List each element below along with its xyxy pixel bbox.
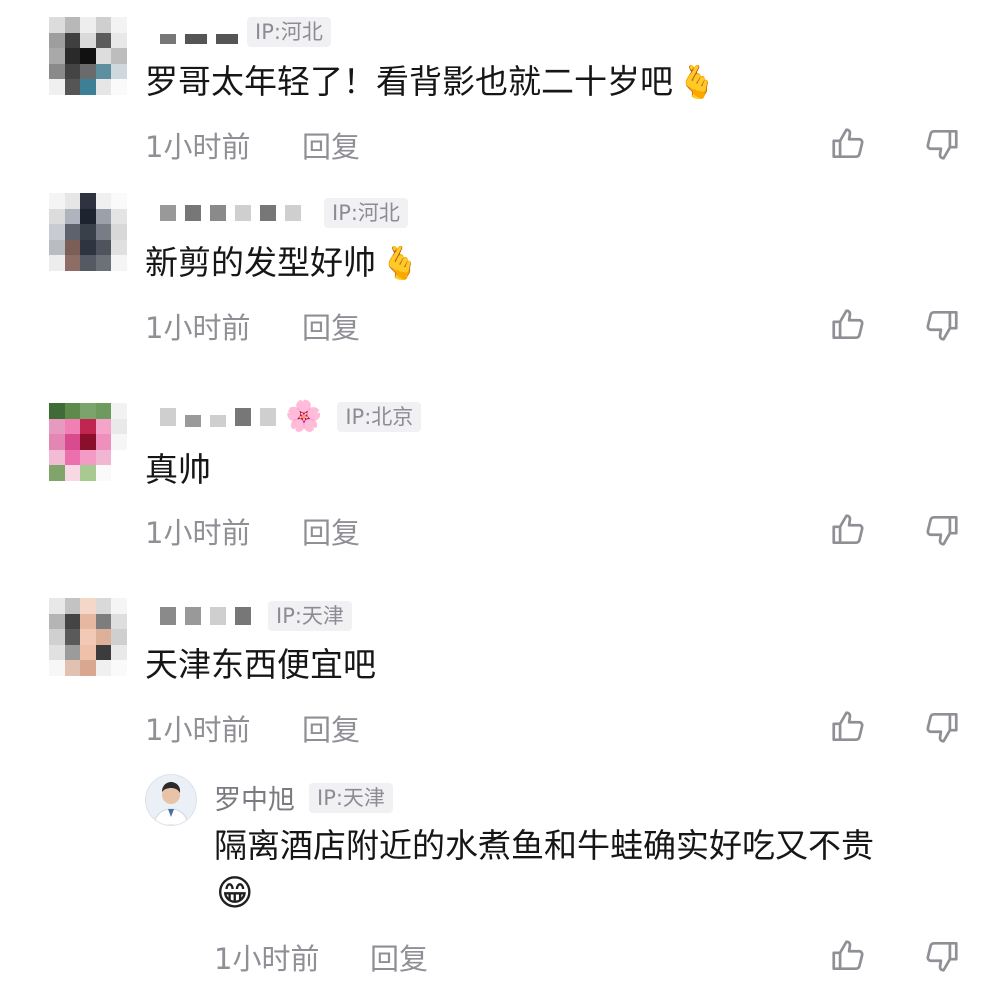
timestamp: 1小时前 bbox=[214, 942, 320, 976]
avatar[interactable] bbox=[49, 17, 127, 95]
comment-text: 新剪的发型好帅 bbox=[145, 243, 376, 282]
blurred-name-pixel bbox=[285, 205, 301, 221]
thumbs-down-icon[interactable] bbox=[923, 708, 961, 746]
blurred-name-pixel bbox=[235, 408, 251, 426]
timestamp: 1小时前 bbox=[145, 516, 251, 550]
thumbs-up-icon[interactable] bbox=[829, 511, 867, 549]
avatar[interactable] bbox=[49, 598, 127, 676]
thumbs-down-icon[interactable] bbox=[923, 511, 961, 549]
reply-button[interactable]: 回复 bbox=[370, 936, 428, 978]
blurred-name-pixel bbox=[210, 415, 226, 427]
timestamp: 1小时前 bbox=[145, 130, 251, 164]
avatar[interactable] bbox=[49, 403, 127, 481]
ip-location-badge: IP:河北 bbox=[324, 198, 408, 228]
timestamp: 1小时前 bbox=[145, 713, 251, 747]
blurred-name-pixel bbox=[216, 34, 238, 44]
finger-heart-emoji: 🫰 bbox=[380, 244, 420, 282]
blurred-name-pixel bbox=[160, 607, 176, 625]
reply-text: 隔离酒店附近的水煮鱼和牛蛙确实好吃又不贵 bbox=[214, 826, 874, 865]
sub-reply-item: 罗中旭 IP:天津 隔离酒店附近的水煮鱼和牛蛙确实好吃又不贵 😁 1小时前 回复 bbox=[0, 760, 1002, 983]
blurred-name-pixel bbox=[185, 415, 201, 427]
avatar[interactable] bbox=[49, 193, 127, 271]
blurred-name-pixel bbox=[235, 205, 251, 221]
blurred-name-pixel bbox=[210, 607, 226, 625]
reply-button[interactable]: 回复 bbox=[302, 510, 360, 552]
comment-text: 真帅 bbox=[145, 450, 211, 489]
grinning-emoji: 😁 bbox=[216, 873, 254, 914]
reply-button[interactable]: 回复 bbox=[302, 124, 360, 166]
comment-item: IP:河北 罗哥太年轻了！看背影也就二十岁吧 🫰 1小时前 回复 bbox=[0, 0, 1002, 180]
comment-content: 罗哥太年轻了！看背影也就二十岁吧 🫰 bbox=[145, 62, 717, 102]
ip-location-badge: IP:天津 bbox=[268, 601, 352, 631]
blurred-name-pixel bbox=[210, 205, 226, 221]
blurred-name-pixel bbox=[185, 607, 201, 625]
comment-text: 罗哥太年轻了！看背影也就二十岁吧 bbox=[145, 62, 673, 101]
blurred-name-pixel bbox=[185, 205, 201, 221]
finger-heart-emoji: 🫰 bbox=[677, 63, 717, 101]
comment-item: IP:河北 新剪的发型好帅 🫰 1小时前 回复 bbox=[0, 180, 1002, 380]
thumbs-down-icon[interactable] bbox=[923, 937, 961, 975]
reply-button[interactable]: 回复 bbox=[302, 305, 360, 347]
timestamp: 1小时前 bbox=[145, 311, 251, 345]
username-blurred[interactable]: 🌸 IP:北京 bbox=[160, 399, 422, 434]
thumbs-down-icon[interactable] bbox=[923, 125, 961, 163]
ip-location-badge: IP:天津 bbox=[309, 782, 393, 813]
person-portrait-icon bbox=[153, 782, 189, 825]
reply-button[interactable]: 回复 bbox=[302, 707, 360, 749]
blurred-name-pixel bbox=[160, 205, 176, 221]
username-blurred[interactable]: IP:河北 bbox=[160, 198, 408, 228]
blurred-name-pixel bbox=[160, 34, 176, 44]
blurred-name-pixel bbox=[185, 34, 207, 44]
thumbs-down-icon[interactable] bbox=[923, 306, 961, 344]
thumbs-up-icon[interactable] bbox=[829, 708, 867, 746]
thumbs-up-icon[interactable] bbox=[829, 937, 867, 975]
author-name[interactable]: 罗中旭 bbox=[214, 778, 295, 817]
username-blurred[interactable]: IP:天津 bbox=[160, 601, 352, 631]
comment-text: 天津东西便宜吧 bbox=[145, 645, 376, 684]
blurred-name-pixel bbox=[235, 607, 251, 625]
thumbs-up-icon[interactable] bbox=[829, 306, 867, 344]
comment-content: 新剪的发型好帅 🫰 bbox=[145, 243, 420, 283]
blurred-name-pixel bbox=[260, 408, 276, 426]
blurred-name-pixel bbox=[260, 205, 276, 221]
comment-item: IP:天津 天津东西便宜吧 1小时前 回复 bbox=[0, 580, 1002, 760]
reply-author-row: 罗中旭 IP:天津 bbox=[214, 778, 393, 817]
ip-location-badge: IP:北京 bbox=[337, 402, 422, 432]
blurred-name-pixel bbox=[160, 408, 176, 426]
avatar[interactable] bbox=[145, 774, 197, 826]
cherry-blossom-emoji: 🌸 bbox=[285, 399, 323, 434]
comment-item: 🌸 IP:北京 真帅 1小时前 回复 bbox=[0, 380, 1002, 580]
username-blurred[interactable]: IP:河北 bbox=[160, 17, 331, 47]
thumbs-up-icon[interactable] bbox=[829, 125, 867, 163]
ip-location-badge: IP:河北 bbox=[247, 17, 331, 47]
